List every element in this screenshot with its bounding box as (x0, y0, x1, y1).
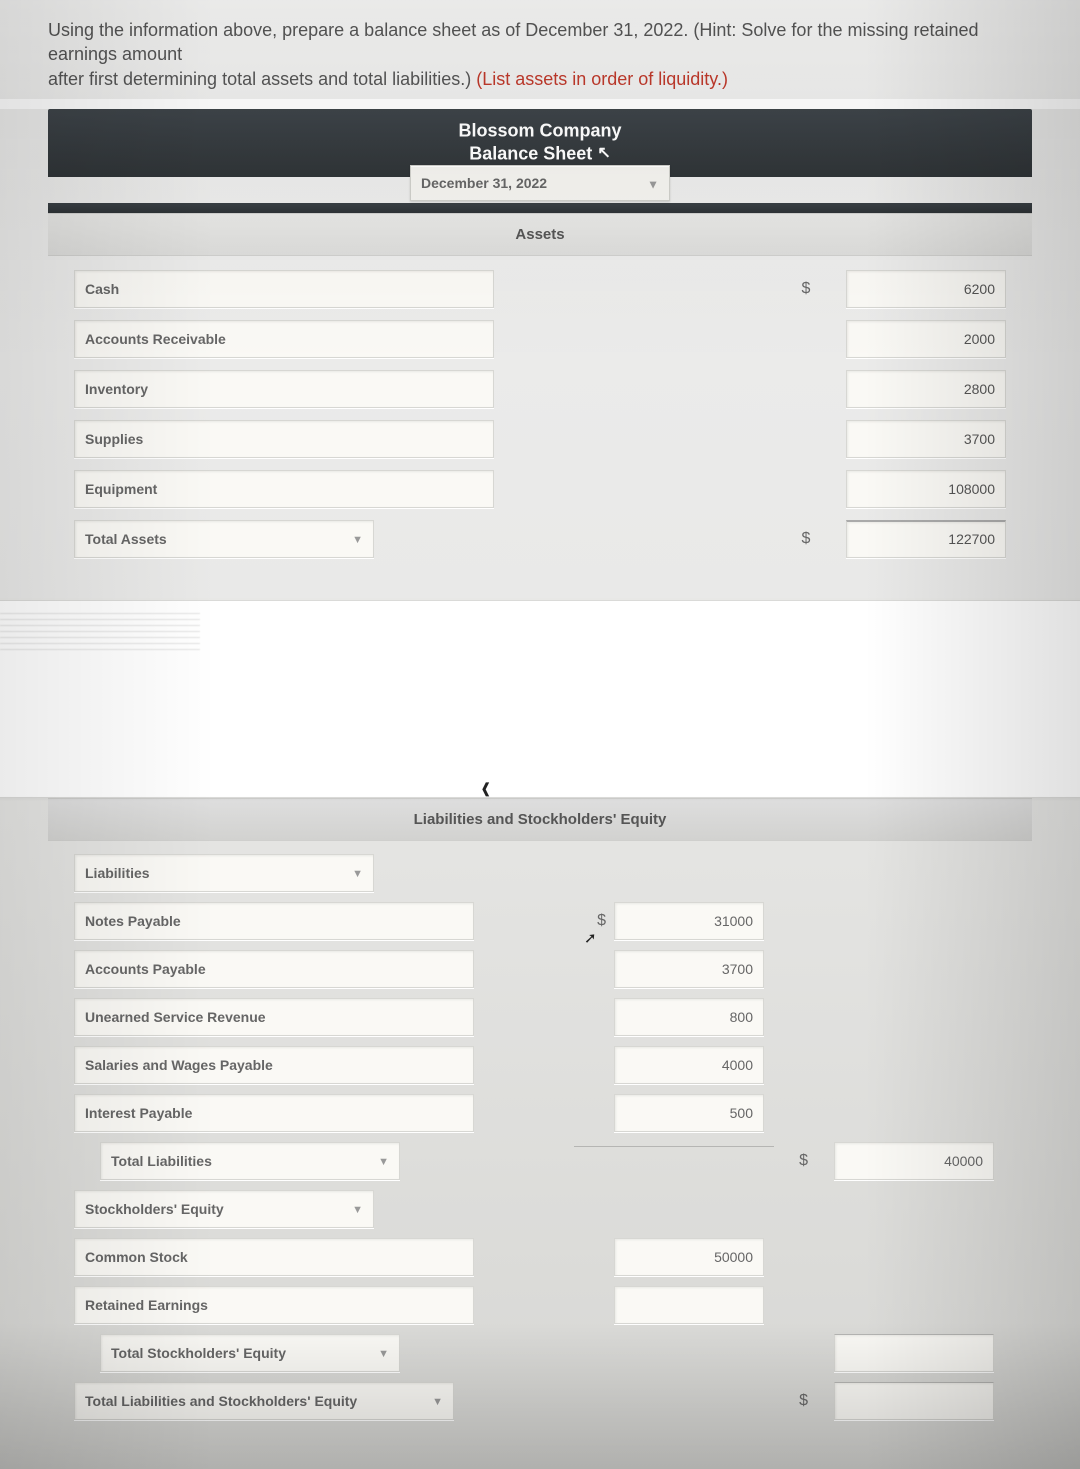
liabilities-heading-select[interactable]: Liabilities ▼ (74, 854, 374, 892)
prompt-line2: after first determining total assets and… (48, 69, 476, 89)
asset-label-input[interactable]: Inventory (74, 370, 494, 408)
liability-label-input[interactable]: Interest Payable (74, 1094, 474, 1132)
total-equity-amount[interactable] (834, 1334, 994, 1372)
retained-earnings-amount[interactable] (614, 1286, 764, 1324)
cursor-icon: ➚ (584, 929, 597, 947)
header-underline (48, 203, 1032, 213)
asset-amount-input[interactable]: 2800 (846, 370, 1006, 408)
chevron-down-icon: ▼ (352, 534, 363, 546)
liability-amount-input[interactable]: 31000 (614, 902, 764, 940)
asset-amount-input[interactable]: 2000 (846, 320, 1006, 358)
liability-label-input[interactable]: Salaries and Wages Payable (74, 1046, 474, 1084)
currency-symbol: $ (774, 1152, 814, 1170)
total-liabilities-select[interactable]: Total Liabilities ▼ (100, 1142, 400, 1180)
asset-amount-input[interactable]: 108000 (846, 470, 1006, 508)
chevron-down-icon: ▼ (647, 177, 659, 191)
equity-label-input[interactable]: Common Stock (74, 1238, 474, 1276)
chevron-down-icon: ▼ (378, 1348, 389, 1360)
liability-amount-input[interactable]: 800 (614, 998, 764, 1036)
equity-amount-input[interactable]: 50000 (614, 1238, 764, 1276)
total-equity-select[interactable]: Total Stockholders' Equity ▼ (100, 1334, 400, 1372)
currency-symbol: $ (774, 1392, 814, 1410)
asset-amount-input[interactable]: 3700 (846, 420, 1006, 458)
grand-total-amount[interactable] (834, 1382, 994, 1420)
currency-symbol: $ (786, 530, 826, 548)
liability-label-input[interactable]: Notes Payable (74, 902, 474, 940)
currency-symbol: $ (574, 912, 614, 930)
prompt-hint: (List assets in order of liquidity.) (476, 69, 728, 89)
liability-label-input[interactable]: Accounts Payable (74, 950, 474, 988)
smudge (0, 610, 200, 650)
company-name: Blossom Company (458, 120, 621, 140)
chevron-down-icon: ▼ (432, 1396, 443, 1408)
liability-amount-input[interactable]: 500 (614, 1094, 764, 1132)
question-prompt: Using the information above, prepare a b… (0, 0, 1080, 99)
sheet-header-band: Blossom Company Balance Sheet ↖ December… (48, 109, 1032, 177)
cursor-icon: ❰ (480, 780, 492, 797)
asset-label-input[interactable]: Equipment (74, 470, 494, 508)
chevron-down-icon: ▼ (378, 1156, 389, 1168)
liability-label-input[interactable]: Unearned Service Revenue (74, 998, 474, 1036)
photo-gap: ❰ (0, 598, 1080, 798)
liability-amount-input[interactable]: 3700 (614, 950, 764, 988)
statement-name: Balance Sheet (469, 144, 592, 164)
prompt-line1: Using the information above, prepare a b… (48, 20, 979, 64)
subtotal-rule (574, 1146, 774, 1147)
date-value: December 31, 2022 (421, 175, 547, 191)
equity-label-input[interactable]: Retained Earnings (74, 1286, 474, 1324)
asset-amount-input[interactable]: 6200 (846, 270, 1006, 308)
asset-label-input[interactable]: Accounts Receivable (74, 320, 494, 358)
total-assets-select[interactable]: Total Assets ▼ (74, 520, 374, 558)
date-selector[interactable]: December 31, 2022 ▼ (410, 165, 670, 201)
liability-amount-input[interactable]: 4000 (614, 1046, 764, 1084)
cursor-icon: ↖ (597, 145, 610, 162)
liabilities-section-title: Liabilities and Stockholders' Equity (48, 798, 1032, 841)
asset-label-input[interactable]: Supplies (74, 420, 494, 458)
stockholders-equity-heading-select[interactable]: Stockholders' Equity ▼ (74, 1190, 374, 1228)
currency-symbol: $ (786, 280, 826, 298)
assets-section-title: Assets (48, 213, 1032, 256)
grand-total-select[interactable]: Total Liabilities and Stockholders' Equi… (74, 1382, 454, 1420)
total-liabilities-amount[interactable]: 40000 (834, 1142, 994, 1180)
asset-label-input[interactable]: Cash (74, 270, 494, 308)
chevron-down-icon: ▼ (352, 1204, 363, 1216)
total-assets-amount[interactable]: 122700 (846, 520, 1006, 558)
chevron-down-icon: ▼ (352, 868, 363, 880)
